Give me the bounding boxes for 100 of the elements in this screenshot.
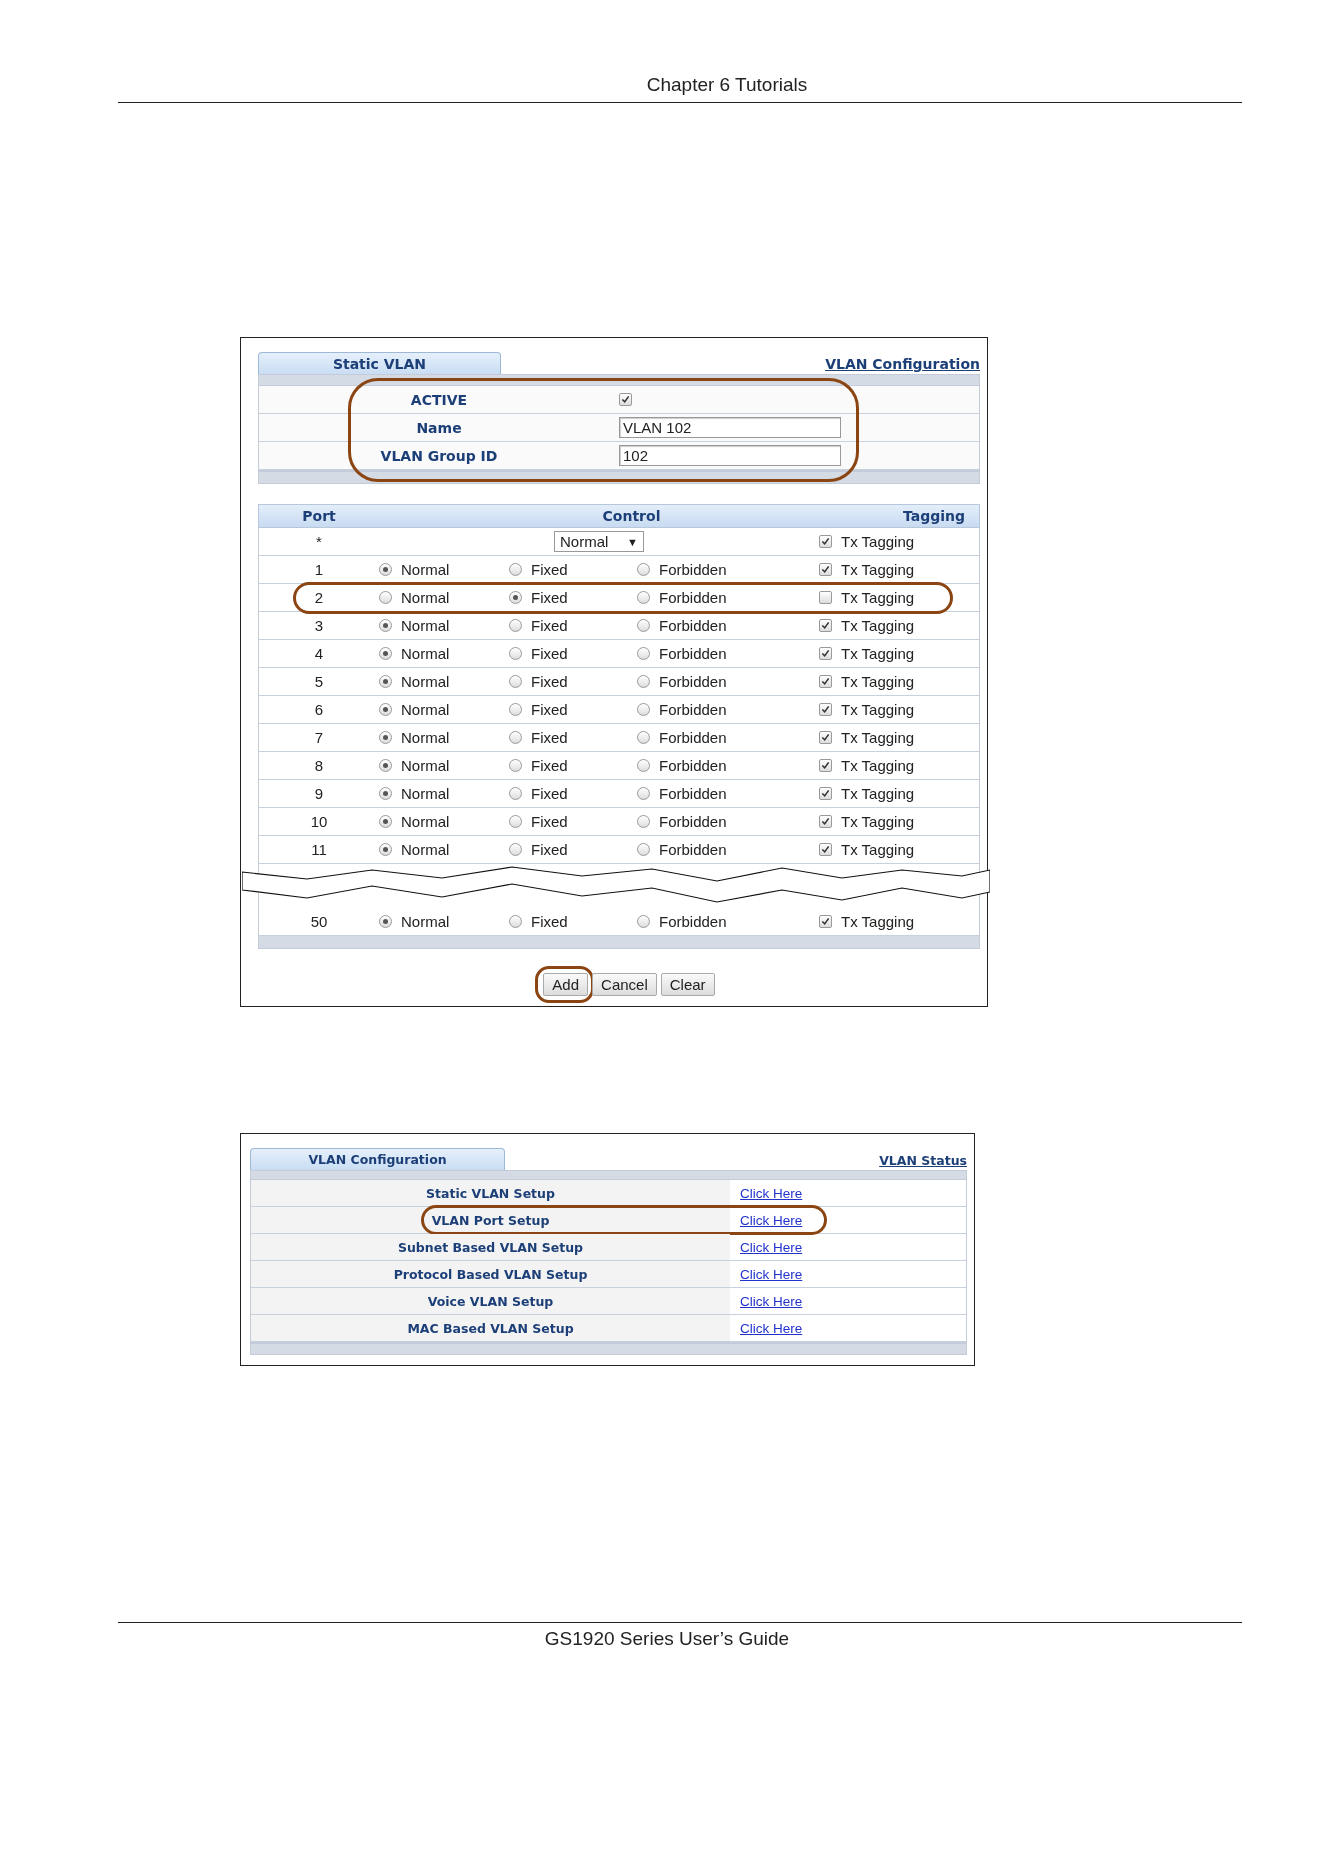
setup-label: Voice VLAN Setup (251, 1288, 730, 1314)
radio-button[interactable] (509, 787, 522, 800)
port-number: 5 (313, 673, 325, 690)
radio-label: Forbidden (659, 673, 727, 690)
checkbox[interactable] (819, 915, 832, 928)
link[interactable]: Click Here (730, 1239, 803, 1255)
nav-link[interactable]: VLAN Status (879, 1153, 967, 1170)
radio-button[interactable] (379, 787, 392, 800)
form-button[interactable]: Cancel (592, 973, 657, 996)
checkbox[interactable] (819, 787, 832, 800)
checkbox-label: Tx Tagging (841, 617, 915, 634)
radio-button[interactable] (637, 815, 650, 828)
radio-button[interactable] (509, 647, 522, 660)
link[interactable]: Click Here (730, 1212, 803, 1228)
link[interactable]: Click Here (730, 1320, 803, 1336)
field-label: Name (415, 419, 463, 436)
radio-button[interactable] (379, 591, 392, 604)
radio-button[interactable] (637, 675, 650, 688)
radio-button[interactable] (379, 675, 392, 688)
radio-label: Fixed (531, 673, 568, 690)
radio-button[interactable] (379, 647, 392, 660)
form-button[interactable]: Add (543, 973, 589, 996)
checkbox-label: Tx Tagging (841, 785, 915, 802)
radio-button[interactable] (509, 619, 522, 632)
radio-button[interactable] (637, 759, 650, 772)
radio-button[interactable] (637, 731, 650, 744)
tab[interactable]: VLAN Configuration (250, 1148, 505, 1170)
port-number: 1 (313, 561, 325, 578)
port-number: 50 (309, 913, 329, 930)
page-footer: GS1920 Series User’s Guide (544, 1628, 790, 1650)
tab[interactable]: Static VLAN (258, 352, 501, 374)
port-number: 7 (313, 729, 325, 746)
radio-label: Fixed (531, 757, 568, 774)
radio-label: Normal (401, 589, 450, 606)
radio-label: Normal (401, 913, 450, 930)
radio-button[interactable] (637, 703, 650, 716)
checkbox[interactable] (819, 731, 832, 744)
radio-label: Fixed (531, 645, 568, 662)
link[interactable]: Click Here (730, 1266, 803, 1282)
port-number: 11 (310, 841, 328, 858)
radio-button[interactable] (509, 759, 522, 772)
port-number: 2 (313, 589, 325, 606)
port-number: 10 (309, 813, 329, 830)
checkbox[interactable] (619, 393, 632, 406)
input-field[interactable]: VLAN 102 (619, 417, 841, 438)
radio-button[interactable] (509, 675, 522, 688)
checkbox[interactable] (819, 815, 832, 828)
radio-button[interactable] (509, 843, 522, 856)
radio-button[interactable] (509, 591, 522, 604)
radio-button[interactable] (637, 843, 650, 856)
radio-button[interactable] (379, 759, 392, 772)
nav-link[interactable]: VLAN Configuration (825, 356, 980, 374)
port-number: 3 (313, 617, 325, 634)
checkbox-label: Tx Tagging (841, 813, 915, 830)
radio-label: Fixed (531, 561, 568, 578)
radio-button[interactable] (637, 915, 650, 928)
checkbox[interactable] (819, 647, 832, 660)
radio-label: Normal (401, 757, 450, 774)
radio-button[interactable] (379, 815, 392, 828)
page-header: Chapter 6 Tutorials (646, 74, 808, 96)
checkbox[interactable] (819, 759, 832, 772)
checkbox[interactable] (819, 843, 832, 856)
radio-button[interactable] (379, 731, 392, 744)
checkbox[interactable] (819, 563, 832, 576)
dropdown[interactable]: Normal ▼ (554, 531, 644, 552)
checkbox[interactable] (819, 619, 832, 632)
radio-button[interactable] (509, 915, 522, 928)
radio-label: Normal (401, 701, 450, 718)
radio-button[interactable] (637, 787, 650, 800)
radio-label: Fixed (531, 841, 568, 858)
radio-button[interactable] (509, 563, 522, 576)
radio-button[interactable] (509, 815, 522, 828)
port-number: 9 (313, 785, 325, 802)
radio-button[interactable] (379, 843, 392, 856)
radio-label: Normal (401, 785, 450, 802)
radio-button[interactable] (637, 647, 650, 660)
radio-button[interactable] (379, 703, 392, 716)
radio-label: Fixed (531, 785, 568, 802)
checkbox[interactable] (819, 535, 832, 548)
input-field[interactable]: 102 (619, 445, 841, 466)
checkbox-label: Tx Tagging (841, 757, 915, 774)
form-button[interactable]: Clear (660, 973, 715, 996)
radio-button[interactable] (379, 915, 392, 928)
radio-button[interactable] (379, 619, 392, 632)
radio-button[interactable] (509, 703, 522, 716)
radio-button[interactable] (637, 591, 650, 604)
radio-button[interactable] (637, 563, 650, 576)
checkbox[interactable] (819, 591, 832, 604)
radio-label: Normal (401, 617, 450, 634)
port-number: 8 (313, 757, 325, 774)
link[interactable]: Click Here (730, 1185, 803, 1201)
radio-button[interactable] (509, 731, 522, 744)
checkbox-label: Tx Tagging (841, 841, 915, 858)
link[interactable]: Click Here (730, 1293, 803, 1309)
radio-label: Forbidden (659, 757, 727, 774)
checkbox[interactable] (819, 675, 832, 688)
radio-label: Normal (401, 813, 450, 830)
radio-button[interactable] (637, 619, 650, 632)
checkbox[interactable] (819, 703, 832, 716)
radio-button[interactable] (379, 563, 392, 576)
